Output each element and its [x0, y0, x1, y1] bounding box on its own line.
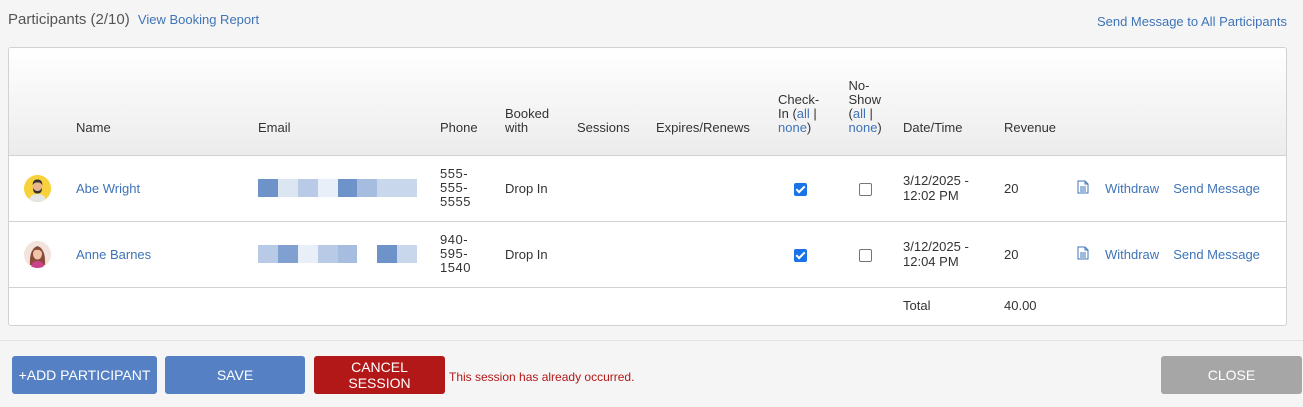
send-message-all-link[interactable]: Send Message to All Participants: [1097, 14, 1287, 29]
session-warning: This session has already occurred.: [449, 370, 635, 384]
phone-cell: 940-595-1540: [440, 221, 505, 287]
datetime-cell: 3/12/2025 - 12:04 PM: [903, 221, 1004, 287]
email-cell: [258, 221, 440, 287]
total-value: 40.00: [1004, 298, 1037, 314]
expires-cell: [656, 221, 773, 287]
send-message-link[interactable]: Send Message: [1173, 181, 1260, 196]
name-cell: Abe Wright: [76, 155, 258, 221]
booked-with-cell: Drop In: [505, 246, 548, 262]
sessions-cell: [577, 155, 656, 221]
checkin-none-link[interactable]: none: [778, 120, 807, 135]
participants-header: Participants (2/10) View Booking Report …: [8, 10, 1288, 34]
checkin-col-header: Check-In (all | none): [773, 48, 828, 156]
close-button[interactable]: CLOSE: [1161, 356, 1302, 394]
actions-col-header: [1077, 48, 1286, 156]
participant-count: (2/10): [90, 11, 130, 28]
footer-bar: +ADD PARTICIPANT SAVE CANCEL SESSION Thi…: [0, 340, 1303, 407]
checkin-checkbox[interactable]: [794, 182, 807, 196]
noshow-checkbox[interactable]: [859, 248, 872, 262]
table-header-row: Name Email Phone Booked with Sessions Ex…: [9, 48, 1286, 156]
total-row: Total 40.00: [9, 287, 1286, 324]
participant-phone: 555-555-5555: [440, 166, 471, 209]
document-icon[interactable]: [1077, 246, 1091, 262]
participant-name-link[interactable]: Anne Barnes: [76, 247, 151, 262]
noshow-label: No-Show: [848, 77, 882, 107]
avatar-cell: [9, 155, 76, 221]
table-row: Anne Barnes 940-595-1540 Drop In 3/12/20…: [9, 221, 1286, 287]
view-booking-report-link[interactable]: View Booking Report: [138, 12, 259, 27]
phone-cell: 555-555-5555: [440, 155, 505, 221]
noshow-all-link[interactable]: all: [853, 106, 866, 121]
male-avatar-icon[interactable]: [24, 174, 51, 202]
withdraw-link[interactable]: Withdraw: [1105, 181, 1159, 196]
booked-with-label: Booked with: [505, 105, 550, 135]
datetime-cell: 3/12/2025 - 12:02 PM: [903, 155, 1004, 221]
booking-datetime: 3/12/2025 - 12:04 PM: [903, 239, 969, 269]
send-message-link[interactable]: Send Message: [1173, 247, 1260, 262]
sessions-col-header: Sessions: [577, 48, 656, 156]
checkin-checkbox[interactable]: [794, 248, 807, 262]
revenue-col-header: Revenue: [1004, 48, 1077, 156]
email-redacted: [258, 179, 417, 197]
total-label: Total: [903, 298, 931, 314]
checkin-cell: [773, 155, 828, 221]
checkin-all-link[interactable]: all: [797, 106, 810, 121]
avatar-col-header: [9, 48, 76, 156]
name-cell: Anne Barnes: [76, 221, 258, 287]
cancel-session-button[interactable]: CANCEL SESSION: [314, 356, 445, 394]
add-participant-button[interactable]: +ADD PARTICIPANT: [12, 356, 157, 394]
noshow-cell: [828, 155, 903, 221]
sessions-cell: [577, 221, 656, 287]
table-row: Abe Wright 555-555-5555 Drop In 3/12/202…: [9, 155, 1286, 221]
expires-col-header: Expires/Renews: [656, 48, 773, 156]
document-icon[interactable]: [1077, 180, 1091, 196]
participants-table-panel: Name Email Phone Booked with Sessions Ex…: [8, 47, 1287, 326]
save-button[interactable]: SAVE: [165, 356, 305, 394]
noshow-col-header: No-Show (all | none): [828, 48, 903, 156]
participants-table: Name Email Phone Booked with Sessions Ex…: [9, 48, 1286, 324]
datetime-col-header: Date/Time: [903, 48, 1004, 156]
participant-phone: 940-595-1540: [440, 232, 471, 275]
booked-with-cell: Drop In: [505, 180, 548, 196]
name-col-header: Name: [76, 48, 258, 156]
revenue-cell: 20: [1004, 246, 1019, 262]
booking-datetime: 3/12/2025 - 12:02 PM: [903, 173, 969, 203]
phone-col-header: Phone: [440, 48, 505, 156]
actions-cell: Withdraw Send Message: [1077, 155, 1286, 221]
booked-with-col-header: Booked with: [505, 48, 577, 156]
avatar-cell: [9, 221, 76, 287]
noshow-checkbox[interactable]: [859, 182, 872, 196]
expires-cell: [656, 155, 773, 221]
revenue-cell: 20: [1004, 180, 1019, 196]
email-cell: [258, 155, 440, 221]
email-redacted: [258, 245, 417, 263]
withdraw-link[interactable]: Withdraw: [1105, 247, 1159, 262]
noshow-none-link[interactable]: none: [849, 120, 878, 135]
noshow-cell: [828, 221, 903, 287]
female-avatar-icon[interactable]: [24, 240, 51, 268]
participants-title: Participants: [8, 11, 87, 28]
section-title: Participants (2/10) View Booking Report: [8, 11, 259, 28]
email-col-header: Email: [258, 48, 440, 156]
checkin-cell: [773, 221, 828, 287]
participant-name-link[interactable]: Abe Wright: [76, 181, 140, 196]
actions-cell: Withdraw Send Message: [1077, 221, 1286, 287]
